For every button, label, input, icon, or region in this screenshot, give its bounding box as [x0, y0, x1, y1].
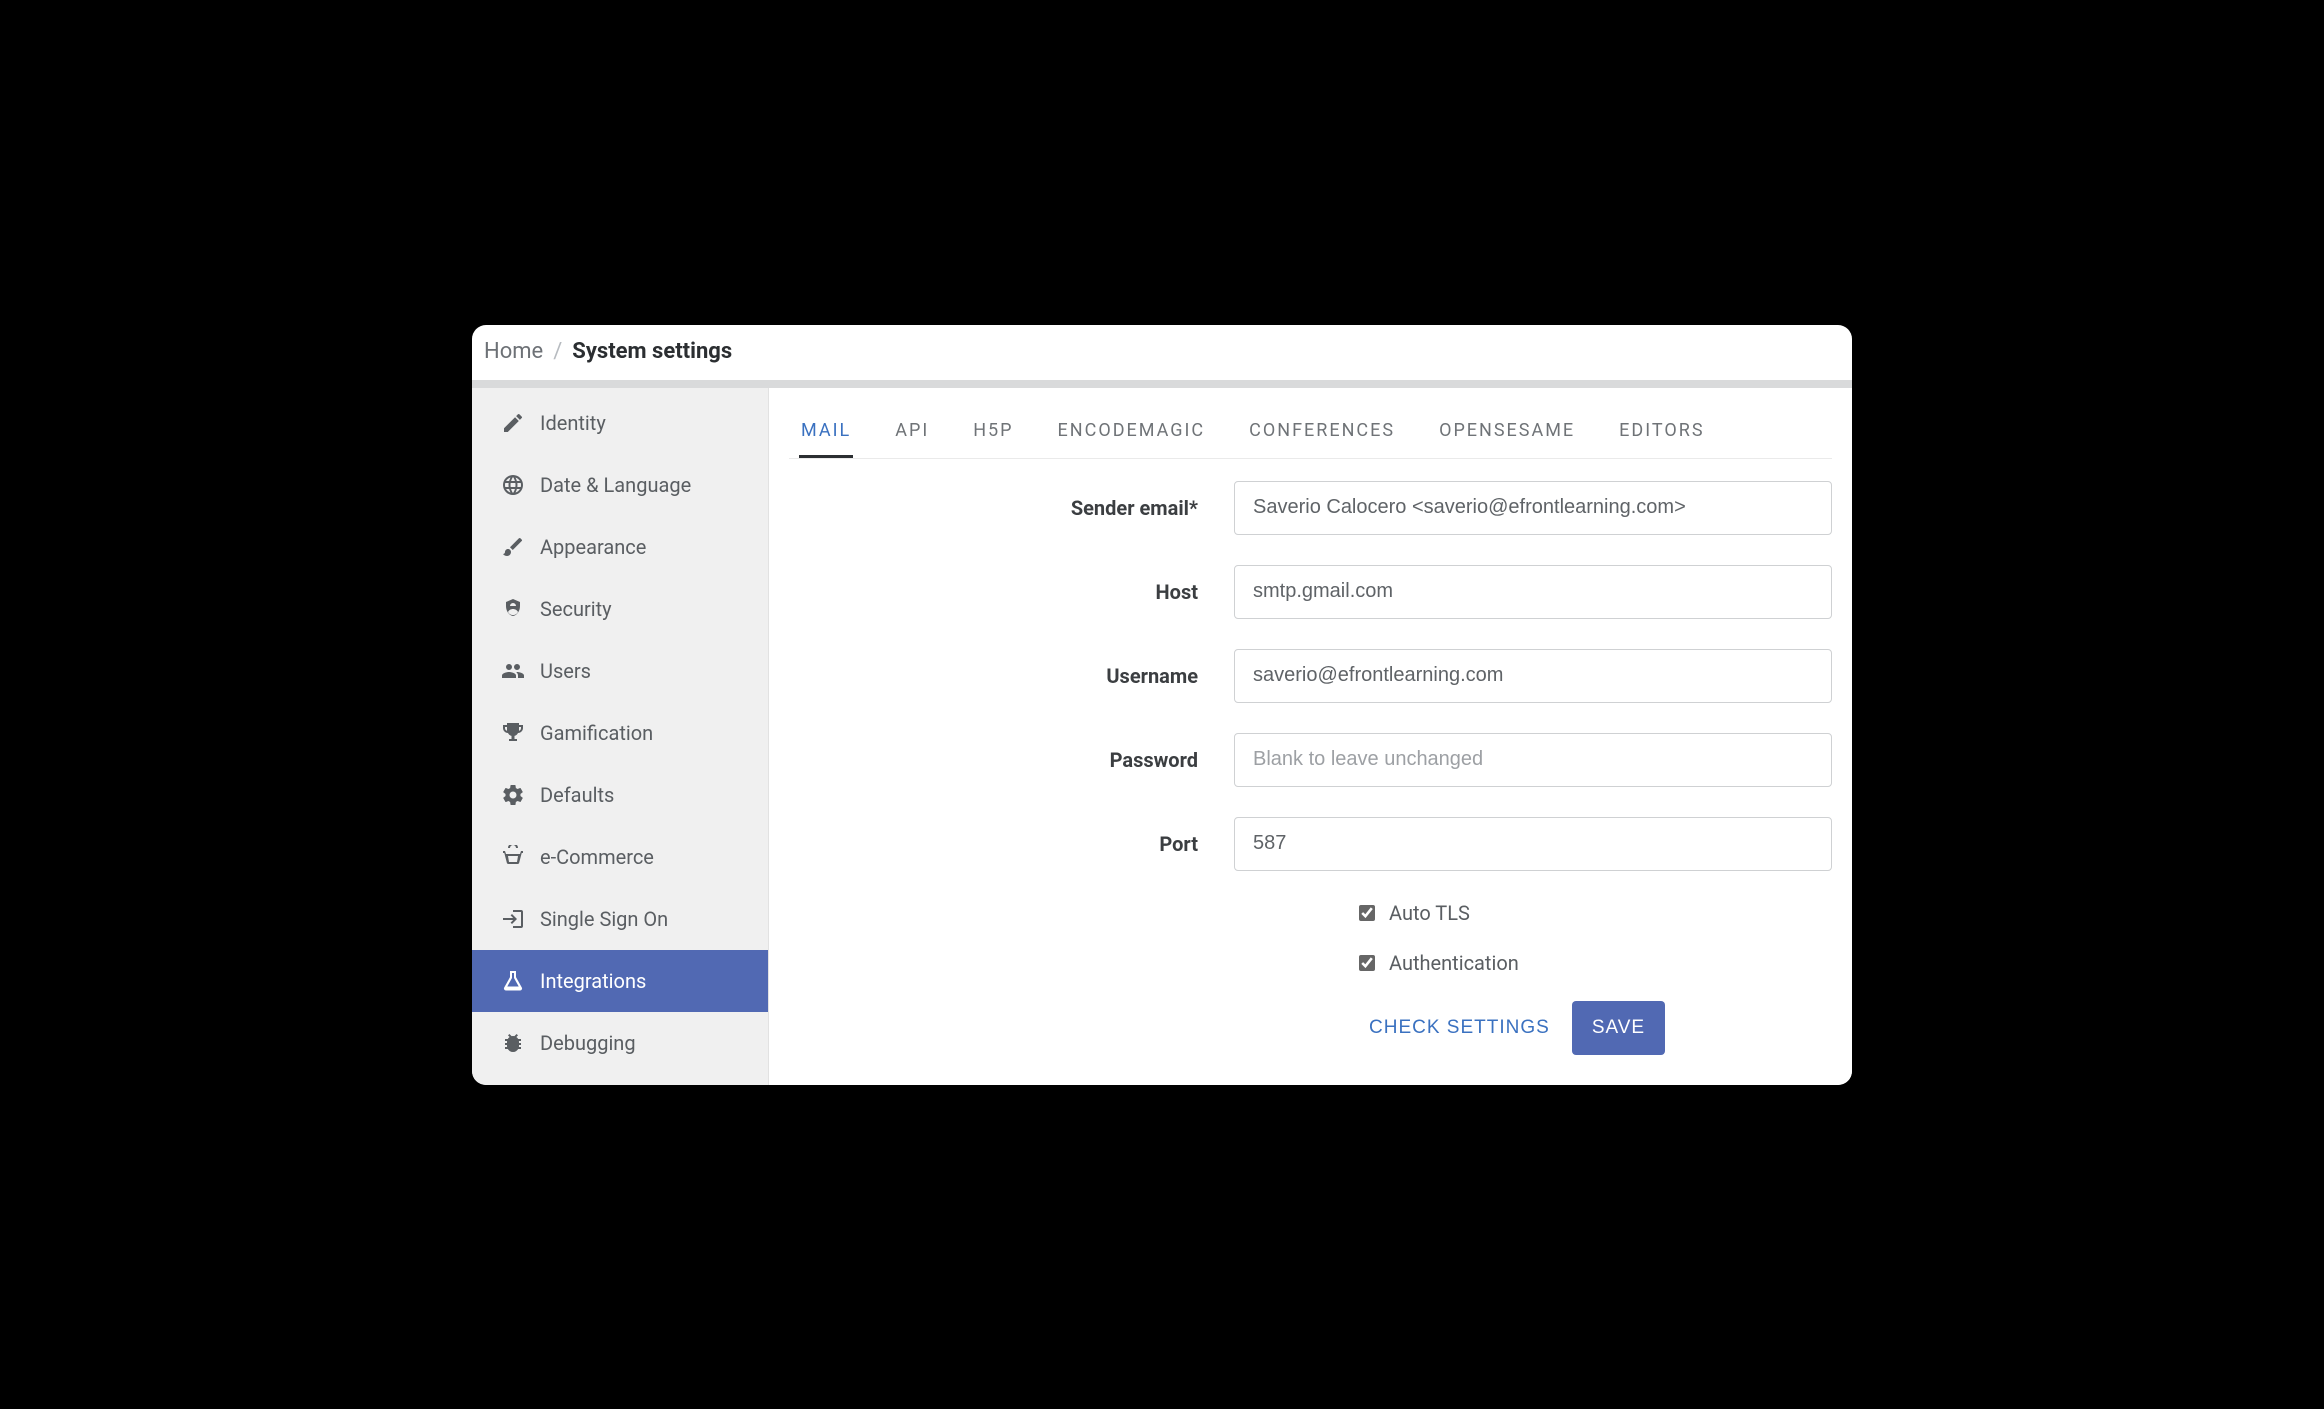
- sidebar-item-label: Date & Language: [540, 473, 691, 497]
- username-label: Username: [789, 664, 1234, 688]
- sidebar-item-users[interactable]: Users: [472, 640, 768, 702]
- port-input[interactable]: [1234, 817, 1832, 871]
- settings-window: Home / System settings Identity Date & L…: [472, 325, 1852, 1085]
- auto-tls-label: Auto TLS: [1389, 901, 1470, 925]
- username-input[interactable]: [1234, 649, 1832, 703]
- breadcrumb-home[interactable]: Home: [484, 339, 543, 364]
- body: Identity Date & Language Appearance Secu…: [472, 388, 1852, 1085]
- tab-conferences[interactable]: CONFERENCES: [1247, 406, 1397, 458]
- users-icon: [500, 658, 526, 684]
- tab-api[interactable]: API: [893, 406, 931, 458]
- sidebar-item-debugging[interactable]: Debugging: [472, 1012, 768, 1074]
- sidebar-item-label: Integrations: [540, 969, 646, 993]
- trophy-icon: [500, 720, 526, 746]
- sidebar-item-label: Gamification: [540, 721, 653, 745]
- flask-icon: [500, 968, 526, 994]
- tab-mail[interactable]: MAIL: [799, 406, 853, 458]
- globe-icon: [500, 472, 526, 498]
- password-input[interactable]: [1234, 733, 1832, 787]
- sidebar-item-defaults[interactable]: Defaults: [472, 764, 768, 826]
- sidebar-item-gamification[interactable]: Gamification: [472, 702, 768, 764]
- password-label: Password: [789, 748, 1234, 772]
- sidebar-item-security[interactable]: Security: [472, 578, 768, 640]
- sign-in-icon: [500, 906, 526, 932]
- cogs-icon: [500, 782, 526, 808]
- bug-icon: [500, 1030, 526, 1056]
- sender-email-input[interactable]: [1234, 481, 1832, 535]
- authentication-checkbox[interactable]: [1359, 955, 1375, 971]
- spy-icon: [500, 596, 526, 622]
- sidebar-item-label: Identity: [540, 411, 606, 435]
- host-label: Host: [789, 580, 1234, 604]
- sidebar-item-label: Users: [540, 659, 591, 683]
- port-label: Port: [789, 832, 1234, 856]
- basket-icon: [500, 844, 526, 870]
- paint-brush-icon: [500, 534, 526, 560]
- content: MAIL API H5P ENCODEMAGIC CONFERENCES OPE…: [769, 388, 1852, 1085]
- authentication-label: Authentication: [1389, 951, 1519, 975]
- sidebar-item-label: Debugging: [540, 1031, 636, 1055]
- tab-opensesame[interactable]: OPENSESAME: [1437, 406, 1577, 458]
- sidebar-item-sso[interactable]: Single Sign On: [472, 888, 768, 950]
- breadcrumb: Home / System settings: [472, 325, 1852, 388]
- authentication-option[interactable]: Authentication: [1359, 951, 1519, 975]
- tab-encodemagic[interactable]: ENCODEMAGIC: [1056, 406, 1208, 458]
- page-title: System settings: [572, 339, 732, 364]
- host-input[interactable]: [1234, 565, 1832, 619]
- save-button[interactable]: SAVE: [1572, 1001, 1665, 1055]
- edit-icon: [500, 410, 526, 436]
- auto-tls-option[interactable]: Auto TLS: [1359, 901, 1470, 925]
- mail-settings-form: Sender email* Host Username: [789, 459, 1832, 1055]
- sidebar-item-label: Defaults: [540, 783, 614, 807]
- sidebar-item-ecommerce[interactable]: e-Commerce: [472, 826, 768, 888]
- tabs: MAIL API H5P ENCODEMAGIC CONFERENCES OPE…: [789, 388, 1832, 459]
- check-settings-button[interactable]: CHECK SETTINGS: [1359, 1001, 1560, 1055]
- tab-editors[interactable]: EDITORS: [1617, 406, 1706, 458]
- sidebar: Identity Date & Language Appearance Secu…: [472, 388, 769, 1085]
- sidebar-item-label: Security: [540, 597, 612, 621]
- breadcrumb-separator: /: [553, 339, 562, 364]
- sidebar-item-date-language[interactable]: Date & Language: [472, 454, 768, 516]
- sidebar-item-label: e-Commerce: [540, 845, 654, 869]
- sidebar-item-label: Appearance: [540, 535, 646, 559]
- sidebar-item-appearance[interactable]: Appearance: [472, 516, 768, 578]
- auto-tls-checkbox[interactable]: [1359, 905, 1375, 921]
- sidebar-item-label: Single Sign On: [540, 907, 668, 931]
- sidebar-item-identity[interactable]: Identity: [472, 392, 768, 454]
- sidebar-item-integrations[interactable]: Integrations: [472, 950, 768, 1012]
- tab-h5p[interactable]: H5P: [971, 406, 1015, 458]
- sender-email-label: Sender email*: [789, 496, 1234, 520]
